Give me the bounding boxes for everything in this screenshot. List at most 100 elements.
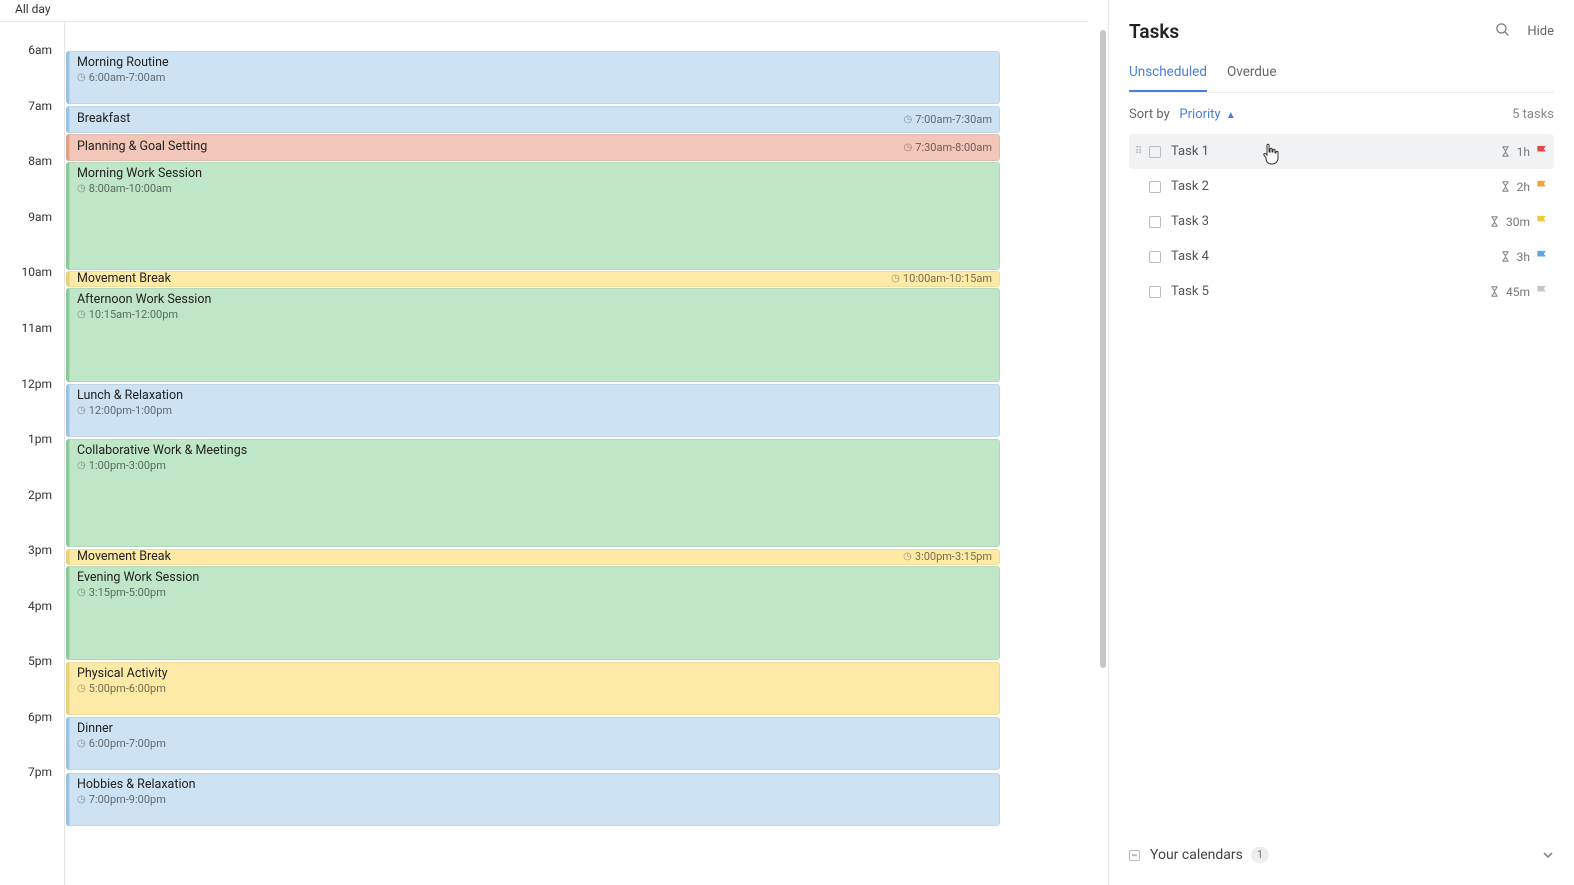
- task-name: Task 1: [1171, 144, 1500, 159]
- calendar-group-count: 1: [1251, 847, 1269, 863]
- search-icon[interactable]: [1494, 21, 1511, 42]
- calendar-event-breakfast[interactable]: Breakfast 7:00am-7:30am: [66, 106, 1000, 133]
- hourglass-icon: [1500, 181, 1511, 192]
- event-time: 7:30am-8:00am: [904, 141, 992, 155]
- hourglass-icon: [1500, 146, 1511, 157]
- calendar-day-view[interactable]: All day 6am 7am 8am 9am 10am 11am 12pm 1…: [0, 0, 1109, 885]
- chevron-down-icon: [1542, 849, 1554, 861]
- task-count: 5 tasks: [1512, 107, 1554, 122]
- drag-handle-icon[interactable]: ⠿: [1135, 146, 1145, 157]
- event-title: Breakfast: [77, 113, 130, 126]
- scrollbar-thumb[interactable]: [1100, 30, 1106, 668]
- event-time: 6:00pm-7:00pm: [77, 737, 992, 751]
- priority-flag-icon: [1536, 145, 1548, 158]
- task-checkbox[interactable]: [1149, 146, 1161, 158]
- event-time: 10:15am-12:00pm: [77, 308, 992, 322]
- calendar-event-afternoon-work[interactable]: Afternoon Work Session 10:15am-12:00pm: [66, 288, 1000, 382]
- hourglass-icon: [1489, 216, 1500, 227]
- event-time: 7:00am-7:30am: [904, 113, 992, 127]
- time-tick: 11am: [0, 321, 64, 335]
- task-row[interactable]: ⠿ Task 4 3h: [1129, 239, 1554, 274]
- event-title: Physical Activity: [77, 666, 992, 682]
- event-title: Hobbies & Relaxation: [77, 777, 992, 793]
- calendar-event-dinner[interactable]: Dinner 6:00pm-7:00pm: [66, 717, 1000, 770]
- event-title: Morning Work Session: [77, 166, 992, 182]
- event-title: Planning & Goal Setting: [77, 141, 207, 154]
- calendar-group-toggle[interactable]: Your calendars 1: [1129, 847, 1554, 863]
- task-row[interactable]: ⠿ Task 3 30m: [1129, 204, 1554, 239]
- calendar-event-movement-break-pm[interactable]: Movement Break 3:00pm-3:15pm: [66, 549, 1000, 565]
- event-time: 12:00pm-1:00pm: [77, 404, 992, 418]
- event-title: Evening Work Session: [77, 570, 992, 586]
- task-name: Task 5: [1171, 284, 1489, 299]
- time-tick: 7pm: [0, 765, 64, 779]
- task-row[interactable]: ⠿ Task 5 45m: [1129, 274, 1554, 309]
- sort-label: Sort by: [1129, 107, 1170, 122]
- time-tick: 5pm: [0, 654, 64, 668]
- tab-overdue[interactable]: Overdue: [1227, 64, 1277, 92]
- calendar-event-movement-break-am[interactable]: Movement Break 10:00am-10:15am: [66, 271, 1000, 287]
- task-row[interactable]: ⠿ Task 1 1h: [1129, 134, 1554, 169]
- event-time: 7:00pm-9:00pm: [77, 793, 992, 807]
- caret-up-icon: ▲: [1226, 110, 1236, 121]
- time-tick: 7am: [0, 99, 64, 113]
- task-checkbox[interactable]: [1149, 181, 1161, 193]
- priority-flag-icon: [1536, 215, 1548, 228]
- task-checkbox[interactable]: [1149, 286, 1161, 298]
- tasks-tabs: Unscheduled Overdue: [1129, 64, 1554, 93]
- event-time: 8:00am-10:00am: [77, 182, 992, 196]
- priority-flag-icon: [1536, 250, 1548, 263]
- event-title: Collaborative Work & Meetings: [77, 443, 992, 459]
- event-time: 3:00pm-3:15pm: [903, 550, 992, 564]
- task-row[interactable]: ⠿ Task 2 2h: [1129, 169, 1554, 204]
- time-tick: 10am: [0, 265, 64, 279]
- task-duration: 2h: [1517, 180, 1530, 194]
- task-list: ⠿ Task 1 1h ⠿ Task 2 2h: [1129, 134, 1554, 309]
- time-tick: 9am: [0, 210, 64, 224]
- event-title: Morning Routine: [77, 55, 992, 71]
- time-axis: 6am 7am 8am 9am 10am 11am 12pm 1pm 2pm 3…: [0, 0, 64, 885]
- all-day-row[interactable]: All day: [0, 0, 1088, 22]
- tab-unscheduled[interactable]: Unscheduled: [1129, 64, 1207, 92]
- time-tick: 4pm: [0, 599, 64, 613]
- sort-control[interactable]: Sort by Priority ▲: [1129, 107, 1236, 122]
- task-duration: 3h: [1517, 250, 1530, 264]
- collapse-icon: [1129, 850, 1140, 861]
- hourglass-icon: [1500, 251, 1511, 262]
- event-title: Afternoon Work Session: [77, 292, 992, 308]
- event-time: 5:00pm-6:00pm: [77, 682, 992, 696]
- event-time: 1:00pm-3:00pm: [77, 459, 992, 473]
- time-tick: 8am: [0, 154, 64, 168]
- priority-flag-icon: [1536, 180, 1548, 193]
- task-name: Task 3: [1171, 214, 1489, 229]
- calendar-event-planning[interactable]: Planning & Goal Setting 7:30am-8:00am: [66, 134, 1000, 161]
- calendar-event-evening-work[interactable]: Evening Work Session 3:15pm-5:00pm: [66, 566, 1000, 660]
- calendar-event-physical-activity[interactable]: Physical Activity 5:00pm-6:00pm: [66, 662, 1000, 715]
- event-time: 3:15pm-5:00pm: [77, 586, 992, 600]
- tasks-title: Tasks: [1129, 20, 1179, 43]
- calendar-event-collab-work[interactable]: Collaborative Work & Meetings 1:00pm-3:0…: [66, 439, 1000, 547]
- time-tick: 2pm: [0, 488, 64, 502]
- time-tick: 1pm: [0, 432, 64, 446]
- task-duration: 45m: [1506, 285, 1530, 299]
- calendar-event-morning-routine[interactable]: Morning Routine 6:00am-7:00am: [66, 51, 1000, 104]
- task-duration: 1h: [1517, 145, 1530, 159]
- calendar-event-morning-work[interactable]: Morning Work Session 8:00am-10:00am: [66, 162, 1000, 270]
- task-checkbox[interactable]: [1149, 216, 1161, 228]
- event-title: Lunch & Relaxation: [77, 388, 992, 404]
- calendar-event-lunch[interactable]: Lunch & Relaxation 12:00pm-1:00pm: [66, 384, 1000, 437]
- calendar-group-label: Your calendars: [1150, 847, 1243, 863]
- task-checkbox[interactable]: [1149, 251, 1161, 263]
- event-time: 10:00am-10:15am: [891, 272, 992, 286]
- hide-button[interactable]: Hide: [1527, 24, 1554, 39]
- priority-flag-icon: [1536, 285, 1548, 298]
- calendar-event-hobbies[interactable]: Hobbies & Relaxation 7:00pm-9:00pm: [66, 773, 1000, 826]
- task-name: Task 4: [1171, 249, 1500, 264]
- time-tick: 6pm: [0, 710, 64, 724]
- time-gutter-line: [64, 22, 65, 885]
- hourglass-icon: [1489, 286, 1500, 297]
- task-duration: 30m: [1506, 215, 1530, 229]
- time-tick: 12pm: [0, 377, 64, 391]
- event-time: 6:00am-7:00am: [77, 71, 992, 85]
- event-title: Movement Break: [77, 273, 171, 286]
